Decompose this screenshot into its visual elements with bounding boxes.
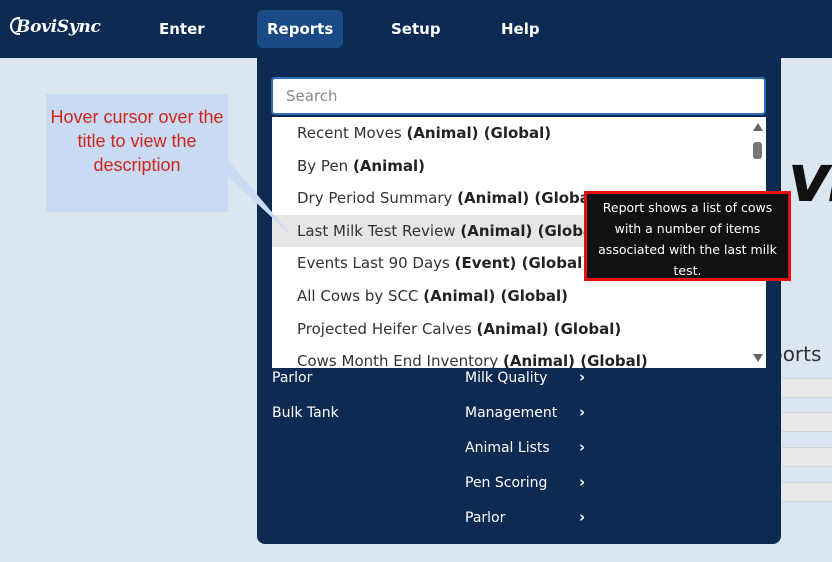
scroll-down-arrow-icon[interactable] — [753, 354, 763, 362]
nav-help[interactable]: Help — [491, 10, 550, 48]
chevron-right-icon: › — [579, 508, 586, 526]
result-recent-moves[interactable]: Recent Moves (Animal) (Global) — [272, 117, 766, 150]
nav-reports[interactable]: Reports — [257, 10, 344, 48]
nav-enter[interactable]: Enter — [149, 10, 215, 48]
scrollbar-thumb[interactable] — [753, 142, 762, 159]
background-row — [782, 412, 832, 432]
report-description-tooltip: Report shows a list of cows with a numbe… — [584, 191, 791, 281]
bovisync-logo[interactable]: BoviSync — [10, 17, 101, 37]
menu-item-milk-quality[interactable]: Milk Quality — [465, 370, 547, 386]
result-by-pen[interactable]: By Pen (Animal) — [272, 150, 766, 183]
menu-item-pen-scoring[interactable]: Pen Scoring — [465, 475, 547, 491]
chevron-right-icon: › — [579, 368, 586, 386]
scroll-up-arrow-icon[interactable] — [753, 123, 763, 131]
nav-setup[interactable]: Setup — [381, 10, 451, 48]
chevron-right-icon: › — [579, 403, 586, 421]
result-cows-month-end-inventory[interactable]: Cows Month End Inventory (Animal) (Globa… — [272, 345, 766, 368]
result-projected-heifer-calves[interactable]: Projected Heifer Calves (Animal) (Global… — [272, 313, 766, 346]
background-row — [782, 447, 832, 467]
top-navbar: BoviSync Enter Reports Setup Help — [0, 0, 832, 58]
background-heading-fragment: vi — [788, 140, 832, 217]
result-all-cows-by-scc[interactable]: All Cows by SCC (Animal) (Global) — [272, 280, 766, 313]
annotation-callout: Hover cursor over the title to view the … — [46, 94, 228, 212]
menu-item-parlor-reports[interactable]: Parlor — [465, 510, 505, 526]
chevron-right-icon: › — [579, 438, 586, 456]
search-input[interactable] — [271, 77, 766, 115]
background-row — [782, 378, 832, 398]
background-row — [782, 482, 832, 502]
menu-item-bulk-tank[interactable]: Bulk Tank — [272, 405, 339, 421]
chevron-right-icon: › — [579, 473, 586, 491]
menu-item-animal-lists[interactable]: Animal Lists — [465, 440, 550, 456]
menu-item-management[interactable]: Management — [465, 405, 557, 421]
menu-item-parlor[interactable]: Parlor — [272, 370, 312, 386]
